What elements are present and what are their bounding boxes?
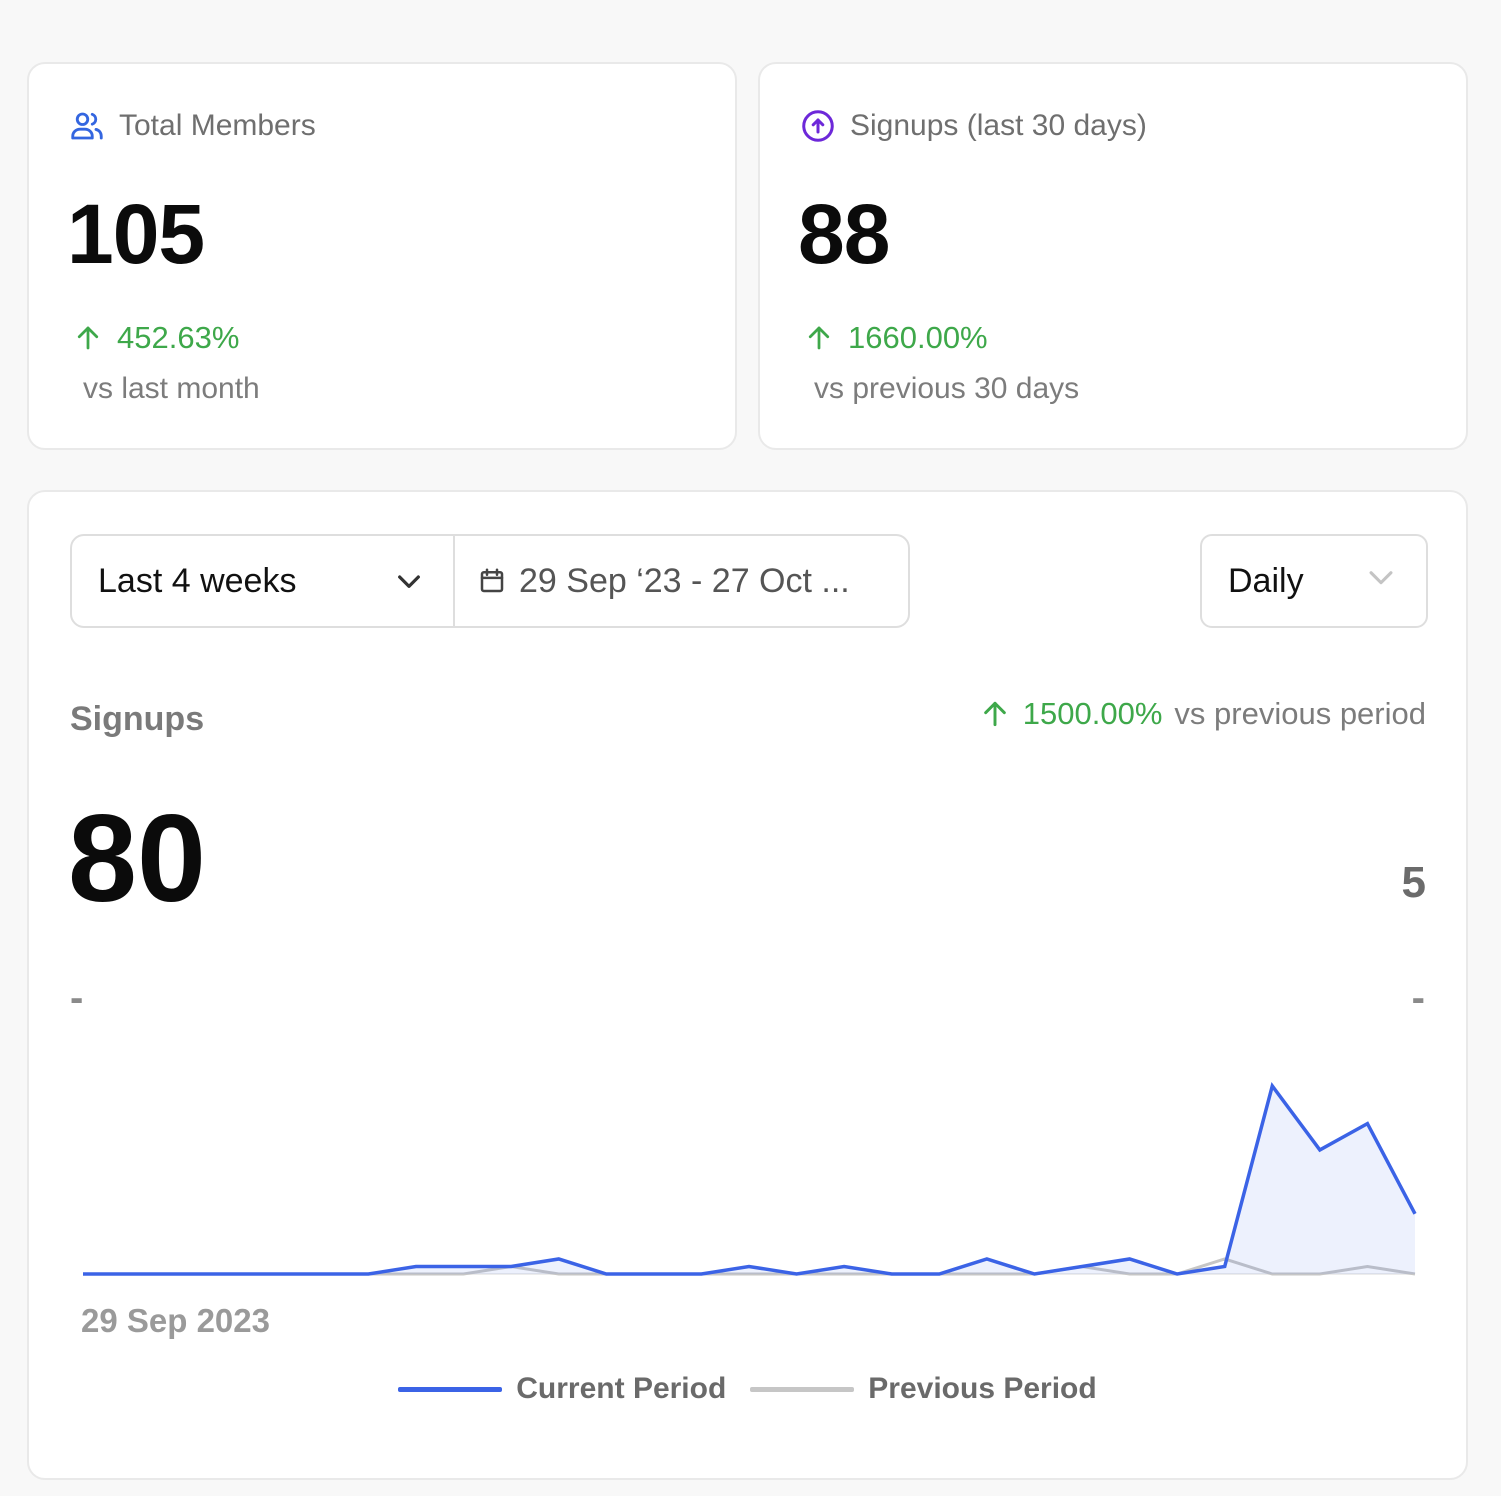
stat-change-value: 452.63% xyxy=(117,320,240,355)
x-axis-start-label: 29 Sep 2023 xyxy=(81,1302,270,1339)
stat-change: 452.63% xyxy=(73,320,239,356)
legend-swatch-current xyxy=(398,1386,503,1392)
signups-30-days-card: Signups (last 30 days) 88 1660.00% vs pr… xyxy=(758,62,1468,450)
stat-value: 88 xyxy=(798,187,890,281)
stat-title: Signups (last 30 days) xyxy=(850,109,1147,142)
legend-item-current[interactable]: Current Period xyxy=(398,1372,726,1406)
stat-comparison: vs last month xyxy=(83,372,260,405)
legend-swatch-previous xyxy=(750,1386,855,1392)
stat-comparison: vs previous 30 days xyxy=(814,372,1080,405)
chart-legend: Current Period Previous Period xyxy=(29,1372,1466,1406)
users-icon xyxy=(69,108,105,144)
signups-30-days-header: Signups (last 30 days) xyxy=(800,108,1147,144)
arrow-up-circle-icon xyxy=(800,108,836,144)
series-line-current xyxy=(83,1082,1417,1276)
legend-label: Previous Period xyxy=(868,1372,1097,1405)
stat-change: 1660.00% xyxy=(804,320,988,356)
stat-change-value: 1660.00% xyxy=(848,320,988,355)
stat-value: 105 xyxy=(67,187,205,281)
legend-label: Current Period xyxy=(516,1372,727,1405)
stat-title: Total Members xyxy=(119,109,316,142)
total-members-header: Total Members xyxy=(69,108,316,144)
arrow-up-icon xyxy=(804,323,834,353)
series-area-current xyxy=(83,1086,1415,1274)
arrow-up-icon xyxy=(73,323,103,353)
total-members-card: Total Members 105 452.63% vs last month xyxy=(27,62,737,450)
legend-item-previous[interactable]: Previous Period xyxy=(750,1372,1097,1406)
signups-chart-card: Last 4 weeks 29 Sep ‘23 - 27 Oct ... Dai… xyxy=(27,490,1468,1480)
